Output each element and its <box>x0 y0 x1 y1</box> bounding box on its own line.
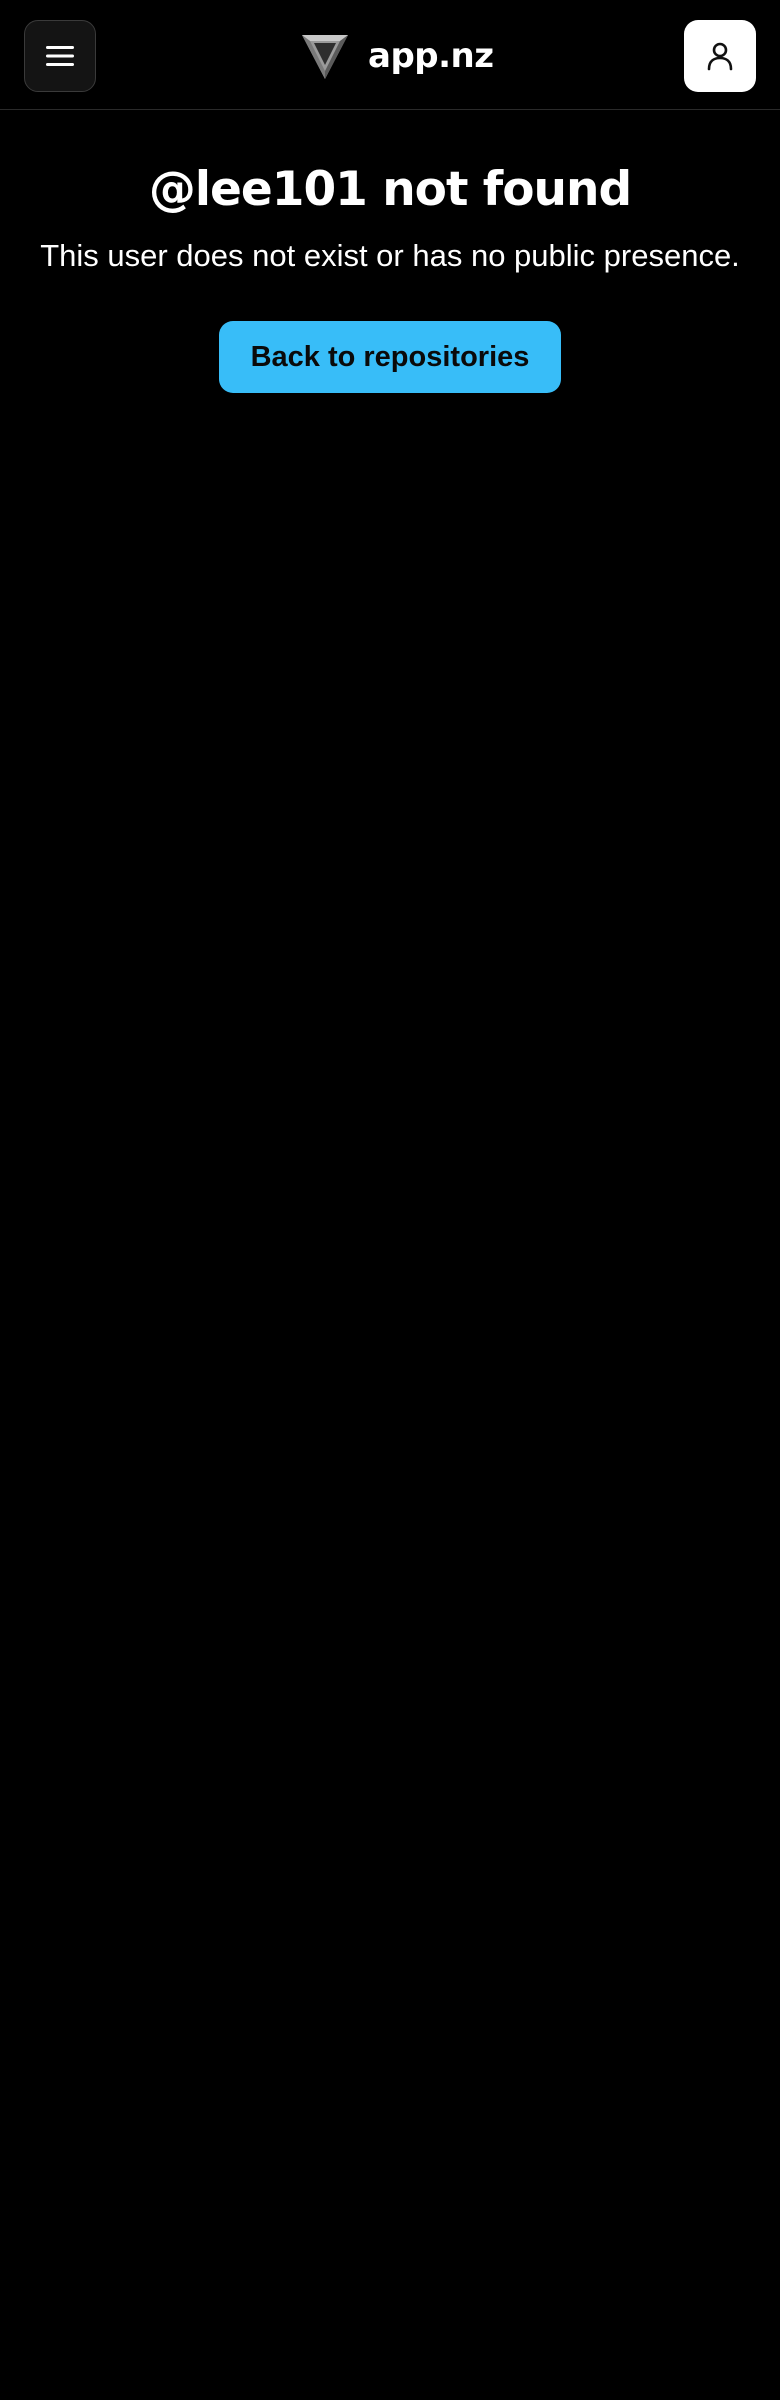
page-title: @lee101 not found <box>148 162 632 217</box>
menu-button[interactable] <box>24 20 96 92</box>
main-content: @lee101 not found This user does not exi… <box>0 110 780 393</box>
brand-name: app.nz <box>368 36 494 76</box>
back-to-repositories-button[interactable]: Back to repositories <box>218 320 562 393</box>
user-account-button[interactable] <box>684 20 756 92</box>
user-icon <box>707 42 733 71</box>
site-header: app.nz <box>0 0 780 110</box>
hamburger-menu-icon <box>46 46 74 66</box>
not-found-message: This user does not exist or has no publi… <box>40 238 740 274</box>
triangle-logo-icon <box>302 35 348 79</box>
brand-home-link[interactable]: app.nz <box>300 28 494 84</box>
